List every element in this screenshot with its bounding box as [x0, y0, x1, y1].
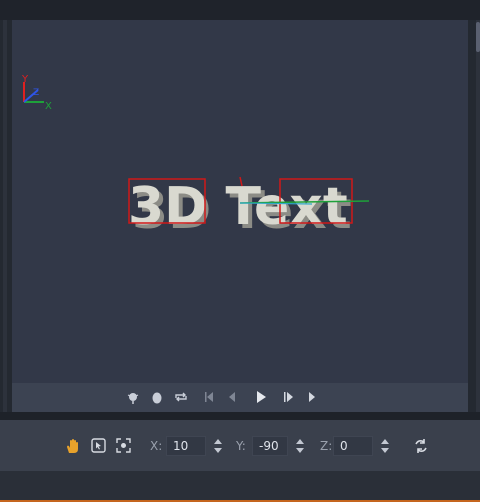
left-panel-edge: [0, 20, 12, 412]
axis-z-label: Z: [33, 88, 39, 98]
egg-icon[interactable]: [152, 391, 162, 404]
left-scroll-track: [3, 20, 7, 412]
x-label: X:: [150, 439, 163, 453]
playback-bar: [12, 383, 468, 412]
x-spinner[interactable]: [212, 436, 224, 456]
play-icon[interactable]: [255, 390, 267, 404]
step-back-icon[interactable]: [227, 391, 237, 403]
hand-icon[interactable]: [65, 438, 81, 454]
y-spinner[interactable]: [294, 436, 306, 456]
right-scroll-track[interactable]: [476, 20, 480, 412]
3d-viewport[interactable]: Y X Z 3D Text 3D Text: [12, 20, 468, 383]
right-panel-edge: [468, 20, 480, 412]
loop-icon[interactable]: [174, 391, 188, 403]
reset-icon[interactable]: [413, 438, 429, 454]
z-label: Z:: [320, 439, 333, 453]
3d-text-face: 3D Text: [128, 177, 348, 237]
y-label: Y:: [236, 439, 246, 453]
transform-toolbar: X: 10 Y: -90 Z: 0: [0, 420, 480, 471]
axis-gizmo: Y X Z: [21, 74, 52, 112]
right-scroll-thumb[interactable]: [476, 22, 480, 52]
panel-divider: [0, 412, 480, 420]
focus-icon[interactable]: [116, 438, 131, 453]
step-forward-icon[interactable]: [283, 391, 295, 403]
z-input[interactable]: 0: [333, 436, 373, 456]
z-spinner[interactable]: [379, 436, 391, 456]
axis-x-label: X: [45, 101, 52, 112]
select-object-icon[interactable]: [91, 438, 106, 453]
viewport-scene: Y X Z 3D Text 3D Text: [21, 74, 370, 241]
y-input[interactable]: -90: [252, 436, 288, 456]
x-input[interactable]: 10: [166, 436, 206, 456]
skip-end-icon[interactable]: [307, 391, 317, 403]
3d-text-object[interactable]: 3D Text 3D Text: [128, 177, 352, 241]
bottom-bar: [0, 471, 480, 502]
pin-icon[interactable]: [127, 391, 139, 404]
axis-y-label: Y: [21, 74, 29, 85]
skip-start-icon[interactable]: [204, 391, 214, 403]
top-bar: [0, 0, 480, 20]
